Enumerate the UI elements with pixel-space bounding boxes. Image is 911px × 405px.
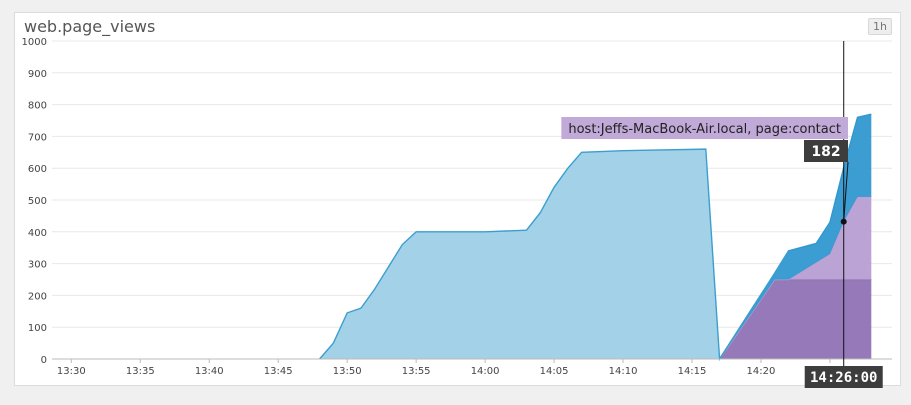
x-tick-label: 13:45 [264, 366, 293, 377]
y-tick-label: 900 [28, 69, 47, 80]
x-tick-label: 13:30 [57, 366, 86, 377]
y-tick-label: 800 [28, 101, 47, 112]
y-tick-labels: 0 100 200 300 400 500 600 700 800 900 1000 [22, 37, 47, 366]
x-tick-label: 13:40 [195, 366, 224, 377]
y-tick-label: 600 [28, 164, 47, 175]
chart-axes [52, 358, 892, 363]
x-tick-label: 14:00 [471, 366, 500, 377]
area-series[interactable] [719, 279, 872, 360]
x-tick-labels: 13:30 13:35 13:40 13:45 13:50 13:55 14:00 14:05… [57, 366, 844, 377]
x-tick-label: 14:05 [540, 366, 569, 377]
y-tick-label: 200 [28, 291, 47, 302]
time-badge-text: 14:26:00 [810, 370, 877, 386]
x-tick-label: 13:35 [126, 366, 155, 377]
chart-areas [319, 113, 872, 362]
value-badge-text: 182 [811, 144, 840, 160]
series-tooltip: host:Jeffs-MacBook-Air.local, page:conta… [561, 117, 848, 139]
y-tick-label: 400 [28, 228, 47, 239]
y-tick-label: 500 [28, 196, 47, 207]
y-tick-label: 100 [28, 323, 47, 334]
time-badge: 14:26:00 [804, 366, 883, 388]
y-tick-label: 300 [28, 260, 47, 271]
x-tick-label: 13:55 [402, 366, 431, 377]
x-tick-label: 14:10 [609, 366, 638, 377]
timeseries-chart[interactable]: 01002003004005006007008009001000 13:30 13… [0, 0, 911, 405]
value-badge: 182 [804, 140, 848, 162]
x-tick-label: 13:50 [333, 366, 362, 377]
x-tick-label: 14:15 [678, 366, 707, 377]
hover-point [840, 218, 847, 225]
y-tick-label: 1000 [22, 37, 47, 48]
y-tick-label: 0 [41, 355, 47, 366]
tooltip-series-label: host:Jeffs-MacBook-Air.local, page:conta… [568, 122, 841, 137]
x-tick-label: 14:20 [747, 366, 776, 377]
y-tick-label: 700 [28, 132, 47, 143]
